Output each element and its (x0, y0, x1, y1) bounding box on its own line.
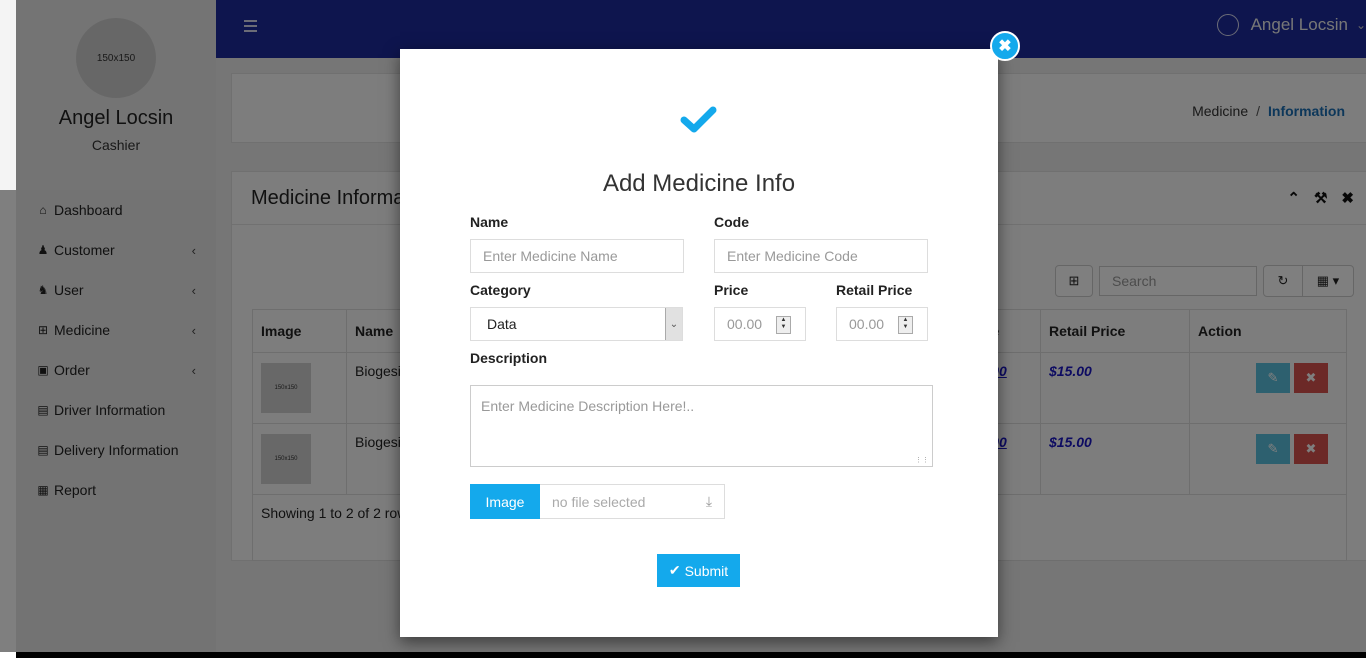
price-placeholder: 00.00 (727, 316, 763, 332)
download-icon: ⤓ (705, 493, 713, 509)
category-label: Category (470, 282, 531, 298)
modal-title: Add Medicine Info (602, 170, 796, 197)
category-select[interactable]: Data ⌄ (470, 307, 683, 341)
description-placeholder: Enter Medicine Description Here!.. (481, 398, 695, 414)
retail-price-input[interactable]: 00.00 ▲ ▼ (836, 307, 928, 341)
category-selected-value: Data (487, 316, 517, 332)
number-spinner-icon[interactable]: ▲ ▼ (776, 316, 791, 334)
bottom-bar (16, 652, 1366, 658)
image-browse-button[interactable]: Image (470, 484, 540, 519)
number-spinner-icon[interactable]: ▲ ▼ (898, 316, 913, 334)
image-file-input[interactable]: Image no file selected ⤓ (470, 484, 725, 519)
description-label: Description (470, 350, 548, 366)
retail-price-label: Retail Price (836, 282, 913, 298)
medicine-name-input[interactable]: Enter Medicine Name (470, 239, 684, 273)
add-medicine-modal: ✖ Add Medicine Info Name Enter Medicine … (400, 31, 1020, 637)
submit-label: Submit (684, 562, 729, 579)
check-icon: ✔ (668, 562, 681, 578)
file-status: no file selected (552, 493, 646, 510)
price-label: Price (714, 282, 749, 298)
name-label: Name (470, 214, 509, 230)
retail-price-placeholder: 00.00 (849, 316, 885, 332)
checkmark-icon (680, 106, 717, 133)
close-icon: ✖ (998, 38, 1012, 55)
description-textarea[interactable]: Enter Medicine Description Here!.. ⋮⋮ (470, 385, 933, 467)
price-input[interactable]: 00.00 ▲ ▼ (714, 307, 806, 341)
medicine-code-input[interactable]: Enter Medicine Code (714, 239, 928, 273)
left-gutter-cover (0, 0, 16, 190)
resize-grip-icon[interactable]: ⋮⋮ (915, 456, 929, 464)
chevron-down-icon: ⌄ (665, 308, 682, 340)
modal-close-button[interactable]: ✖ (990, 31, 1020, 61)
code-label: Code (714, 214, 749, 230)
submit-button[interactable]: ✔ Submit (657, 554, 740, 587)
